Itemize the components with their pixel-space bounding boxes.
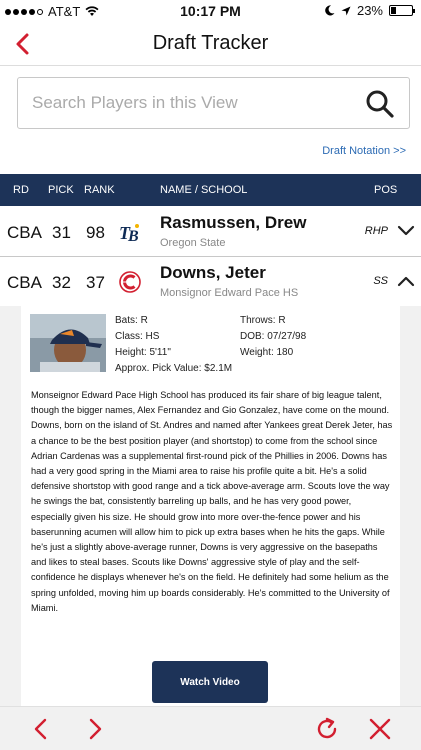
row-rd: CBA (7, 223, 42, 242)
player-name: Rasmussen, Drew (160, 213, 307, 232)
watch-video-button[interactable]: Watch Video (152, 661, 268, 703)
search-box[interactable] (17, 77, 410, 129)
battery-percent: 23% (356, 3, 383, 18)
chevron-left-icon[interactable] (28, 716, 54, 742)
search-icon[interactable] (365, 89, 395, 119)
page-title: Draft Tracker (152, 32, 269, 54)
player-bio: Monseignor Edward Pace High School has p… (31, 390, 393, 613)
player-position: RHP (364, 225, 388, 237)
battery-icon (389, 5, 415, 16)
nav-bar: Draft Tracker (0, 22, 421, 66)
header-pos: POS (374, 184, 398, 196)
player-school: Monsignor Edward Pace HS (160, 287, 299, 299)
bats: Bats: R (115, 315, 148, 326)
chevron-right-icon[interactable] (82, 716, 108, 742)
header-rd: RD (13, 184, 29, 196)
close-icon[interactable] (367, 716, 393, 742)
header-pick: PICK (48, 184, 74, 196)
throws: Throws: R (240, 315, 286, 326)
chevron-up-icon[interactable] (397, 274, 415, 288)
reds-logo-icon (119, 271, 141, 293)
player-position: SS (373, 275, 388, 287)
weight: Weight: 180 (240, 347, 294, 358)
player-name: Downs, Jeter (160, 263, 266, 282)
table-row[interactable]: CBA 32 37 Downs, Jeter Monsignor Edward … (0, 257, 421, 307)
draft-notation-link[interactable]: Draft Notation >> (322, 145, 406, 157)
player-photo (30, 314, 106, 372)
header-rank: RANK (84, 184, 115, 196)
row-rank: 37 (86, 273, 105, 292)
location-arrow-icon (341, 6, 351, 15)
search-input[interactable] (32, 90, 342, 116)
player-school: Oregon State (160, 237, 226, 249)
moon-icon (325, 5, 335, 16)
row-pick: 32 (52, 273, 71, 292)
refresh-icon[interactable] (314, 716, 340, 742)
table-row[interactable]: CBA 31 98 T B Rasmussen, Drew Oregon Sta… (0, 207, 421, 257)
class: Class: HS (115, 331, 160, 342)
bottom-toolbar (0, 706, 421, 750)
status-right: 23% (325, 3, 415, 18)
row-rd: CBA (7, 273, 42, 292)
player-detail-card: Bats: R Throws: R Class: HS DOB: 07/27/9… (21, 306, 400, 706)
header-name-school: NAME / SCHOOL (160, 184, 248, 196)
chevron-down-icon[interactable] (397, 224, 415, 238)
status-bar: AT&T 10:17 PM 23% (0, 0, 421, 22)
row-pick: 31 (52, 223, 71, 242)
dob: DOB: 07/27/98 (240, 331, 307, 342)
pick-value: Approx. Pick Value: $2.1M (115, 363, 233, 374)
svg-text:B: B (127, 228, 139, 244)
player-detail-panel: Bats: R Throws: R Class: HS DOB: 07/27/9… (0, 306, 421, 706)
rays-logo-icon: T B (119, 223, 139, 244)
height: Height: 5'11" (115, 347, 171, 358)
table-header: RD PICK RANK NAME / SCHOOL POS (0, 174, 421, 206)
battery-level (391, 7, 396, 14)
row-rank: 98 (86, 223, 105, 242)
